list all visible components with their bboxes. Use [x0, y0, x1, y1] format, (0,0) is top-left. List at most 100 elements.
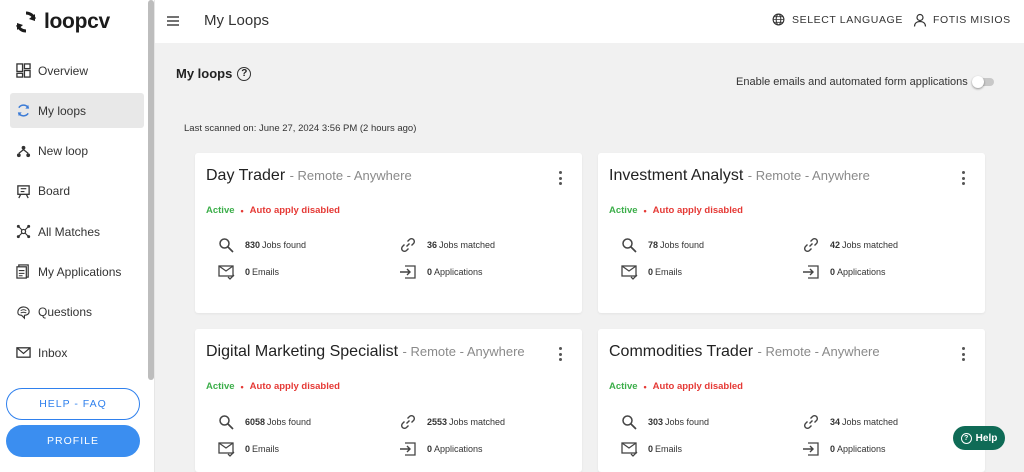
mail-check-icon: [217, 263, 235, 281]
sidebar-item-my-applications[interactable]: My Applications: [10, 254, 144, 289]
user-menu[interactable]: FOTIS MISIOS: [913, 13, 1011, 27]
status-active: Active: [609, 205, 638, 216]
status-active: Active: [206, 205, 235, 216]
loop-status: Active • Auto apply disabled: [206, 381, 340, 392]
jobs-matched-stat[interactable]: 34 Jobs matched: [802, 413, 898, 431]
jobs-found-stat[interactable]: 6058 Jobs found: [217, 413, 311, 431]
dashboard-icon: [15, 63, 31, 79]
board-icon: [15, 183, 31, 199]
emails-label: Emails: [655, 267, 683, 277]
sidebar-scrollbar[interactable]: [148, 0, 154, 380]
applications-stat[interactable]: 0 Applications: [399, 263, 483, 281]
section-title: My loops ?: [176, 66, 252, 81]
user-name: FOTIS MISIOS: [933, 14, 1011, 26]
jobs-found-stat[interactable]: 830 Jobs found: [217, 236, 306, 254]
more-options-icon[interactable]: [961, 171, 965, 185]
status-active: Active: [206, 381, 235, 392]
automation-toggle[interactable]: [971, 76, 994, 88]
link-icon: [802, 413, 820, 431]
select-language-button[interactable]: SELECT LANGUAGE: [772, 13, 903, 26]
jobs-found-label: Jobs found: [665, 417, 710, 427]
profile-button[interactable]: PROFILE: [6, 425, 140, 457]
help-faq-button[interactable]: HELP - FAQ: [6, 388, 140, 420]
sidebar-item-my-loops[interactable]: My loops: [10, 93, 144, 129]
loop-location: - Remote - Anywhere: [402, 344, 525, 359]
applications-count: 0: [427, 444, 433, 454]
more-options-icon[interactable]: [558, 347, 562, 361]
sidebar-item-label: Questions: [38, 305, 93, 320]
jobs-found-label: Jobs found: [267, 417, 312, 427]
submit-icon: [399, 440, 417, 458]
jobs-matched-label: Jobs matched: [449, 417, 506, 427]
status-active: Active: [609, 381, 638, 392]
help-widget-button[interactable]: ? Help: [953, 426, 1005, 450]
link-icon: [399, 236, 417, 254]
sidebar-item-questions[interactable]: Questions: [10, 295, 144, 330]
jobs-matched-stat[interactable]: 2553 Jobs matched: [399, 413, 505, 431]
help-circle-icon[interactable]: ?: [237, 66, 252, 81]
sidebar-item-all-matches[interactable]: All Matches: [10, 214, 144, 249]
applications-stat[interactable]: 0 Applications: [802, 263, 886, 281]
sidebar-item-board[interactable]: Board: [10, 174, 144, 209]
loop-location: - Remote - Anywhere: [757, 344, 880, 359]
loop-title-text: Day Trader: [206, 167, 286, 184]
status-separator: •: [643, 205, 647, 216]
emails-count: 0: [648, 444, 654, 454]
logo[interactable]: loopcv: [14, 8, 110, 36]
mail-check-icon: [620, 263, 638, 281]
mail-check-icon: [217, 440, 235, 458]
emails-stat[interactable]: 0 Emails: [620, 440, 682, 458]
applications-count: 0: [830, 444, 836, 454]
jobs-found-stat[interactable]: 303 Jobs found: [620, 413, 709, 431]
loop-card: Investment Analyst - Remote - Anywhere A…: [598, 153, 985, 313]
sidebar-item-label: New loop: [38, 144, 89, 159]
status-auto-apply: Auto apply disabled: [652, 205, 743, 216]
mail-check-icon: [620, 440, 638, 458]
sidebar-nav: Overview My loops New loop Board All Mat…: [10, 53, 144, 375]
jobs-matched-stat[interactable]: 42 Jobs matched: [802, 236, 898, 254]
loop-location: - Remote - Anywhere: [289, 168, 412, 183]
sidebar-item-overview[interactable]: Overview: [10, 53, 144, 88]
loop-title[interactable]: Day Trader - Remote - Anywhere: [206, 167, 412, 185]
select-language-label: SELECT LANGUAGE: [792, 13, 903, 26]
loop-location: - Remote - Anywhere: [747, 168, 870, 183]
emails-stat[interactable]: 0 Emails: [217, 440, 279, 458]
sidebar-item-inbox[interactable]: Inbox: [10, 335, 144, 370]
emails-label: Emails: [252, 444, 280, 454]
jobs-matched-stat[interactable]: 36 Jobs matched: [399, 236, 495, 254]
submit-icon: [399, 263, 417, 281]
jobs-found-count: 6058: [245, 417, 266, 427]
applications-label: Applications: [434, 444, 483, 454]
loop-title[interactable]: Investment Analyst - Remote - Anywhere: [609, 167, 870, 185]
emails-stat[interactable]: 0 Emails: [217, 263, 279, 281]
sidebar-item-new-loop[interactable]: New loop: [10, 134, 144, 169]
menu-icon[interactable]: [166, 14, 180, 28]
more-options-icon[interactable]: [961, 347, 965, 361]
loop-title[interactable]: Digital Marketing Specialist - Remote - …: [206, 343, 525, 361]
applications-stat[interactable]: 0 Applications: [802, 440, 886, 458]
status-auto-apply: Auto apply disabled: [652, 381, 743, 392]
status-auto-apply: Auto apply disabled: [249, 381, 340, 392]
emails-label: Emails: [252, 267, 280, 277]
matches-icon: [15, 224, 31, 240]
jobs-matched-count: 34: [830, 417, 841, 427]
more-options-icon[interactable]: [558, 171, 562, 185]
sidebar-item-label: Inbox: [38, 345, 68, 360]
applications-count: 0: [427, 267, 433, 277]
loop-title[interactable]: Commodities Trader - Remote - Anywhere: [609, 343, 880, 361]
mail-icon: [15, 345, 31, 361]
help-widget-label: Help: [975, 432, 998, 444]
page-title: My Loops: [204, 12, 270, 29]
jobs-matched-count: 42: [830, 240, 841, 250]
applications-stat[interactable]: 0 Applications: [399, 440, 483, 458]
sidebar-item-label: Overview: [38, 63, 89, 78]
loop-card: Day Trader - Remote - Anywhere Active • …: [195, 153, 582, 313]
emails-stat[interactable]: 0 Emails: [620, 263, 682, 281]
jobs-found-stat[interactable]: 78 Jobs found: [620, 236, 704, 254]
submit-icon: [802, 263, 820, 281]
emails-label: Emails: [655, 444, 683, 454]
questions-icon: [15, 304, 31, 320]
loop-status: Active • Auto apply disabled: [609, 381, 743, 392]
applications-count: 0: [830, 267, 836, 277]
emails-count: 0: [648, 267, 654, 277]
